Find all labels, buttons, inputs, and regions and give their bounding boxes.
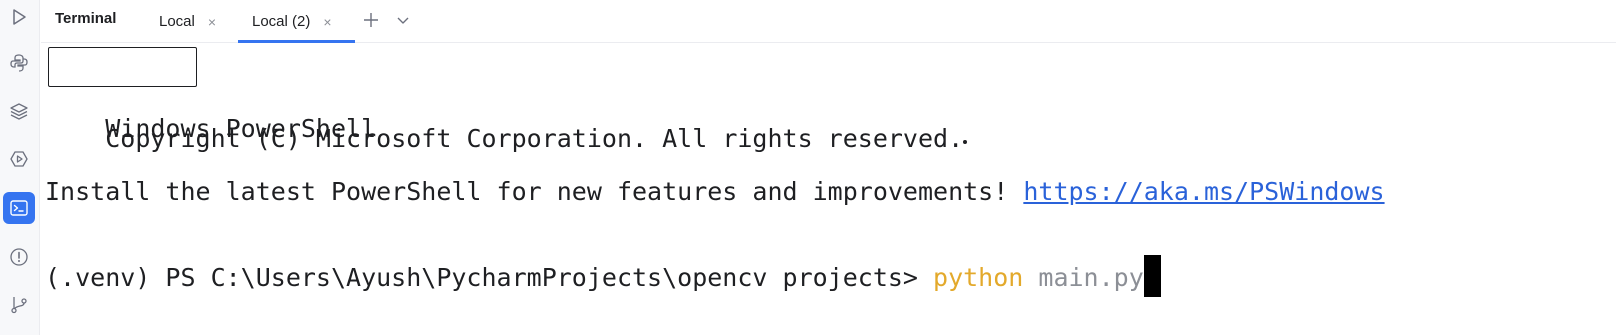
tool-window-strip — [0, 0, 40, 335]
prompt-text: (.venv) PS C:\Users\Ayush\PycharmProject… — [45, 263, 934, 292]
stray-dot — [963, 140, 967, 144]
tab-label: Local (2) — [252, 13, 311, 30]
layers-icon[interactable] — [3, 95, 35, 127]
terminal-line: Copyright (C) Microsoft Corporation. All… — [45, 91, 963, 153]
services-icon[interactable] — [3, 143, 35, 175]
terminal-line: Install the latest PowerShell for new fe… — [45, 176, 1385, 208]
terminal-output[interactable]: Windows PowerShell Copyright (C) Microso… — [41, 44, 1616, 335]
git-icon[interactable] — [3, 289, 35, 321]
powershell-link[interactable]: https://aka.ms/PSWindows — [1023, 177, 1384, 206]
command-text: python — [933, 263, 1024, 292]
terminal-text: Install the latest PowerShell for new fe… — [45, 177, 1024, 206]
terminal-icon[interactable] — [3, 192, 35, 224]
terminal-tab-bar: Terminal Local × Local (2) × — [41, 0, 1616, 43]
text-cursor — [1143, 255, 1161, 297]
plus-icon[interactable] — [360, 0, 382, 40]
tool-window-title: Terminal — [55, 10, 117, 27]
terminal-line: Windows PowerShell — [45, 47, 376, 143]
tab-local-2[interactable]: Local (2) × — [238, 0, 355, 43]
terminal-text: Copyright (C) Microsoft Corporation. All… — [105, 124, 964, 153]
tab-local[interactable]: Local × — [159, 0, 216, 43]
run-icon[interactable] — [3, 1, 35, 33]
python-console-icon[interactable] — [3, 47, 35, 79]
problems-icon[interactable] — [3, 241, 35, 273]
close-icon[interactable]: × — [208, 14, 216, 30]
terminal-prompt-line: (.venv) PS C:\Users\Ayush\PycharmProject… — [45, 255, 1161, 297]
argument-text: main.py — [1023, 263, 1144, 292]
chevron-down-icon[interactable] — [392, 0, 414, 40]
selection-highlight — [48, 47, 197, 87]
tab-label: Local — [159, 13, 195, 30]
close-icon[interactable]: × — [323, 14, 331, 30]
